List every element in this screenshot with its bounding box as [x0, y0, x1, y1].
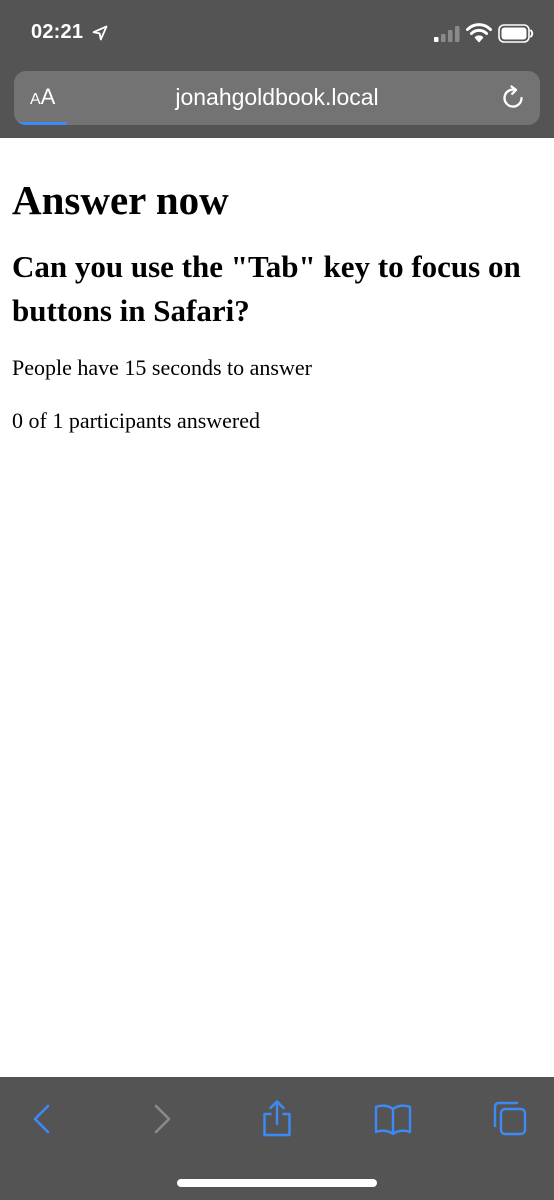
text-size-button[interactable]: AA — [30, 84, 55, 110]
bookmarks-icon[interactable] — [373, 1099, 413, 1139]
page-load-progress-fill — [14, 122, 67, 125]
page-load-progress — [14, 122, 540, 125]
location-arrow-icon — [92, 25, 108, 41]
cellular-signal-icon — [434, 26, 460, 42]
address-bar[interactable]: AA jonahgoldbook.local — [14, 71, 540, 125]
status-bar: 02:21 — [0, 0, 554, 66]
participants-answered-text: 0 of 1 participants answered — [12, 408, 261, 433]
back-icon[interactable] — [22, 1099, 62, 1139]
web-page-content: Answer now Can you use the "Tab" key to … — [12, 138, 542, 435]
page-title: Answer now — [12, 177, 229, 223]
browser-top-chrome: 02:21 AA jonahgoldbook.local — [0, 0, 554, 138]
share-icon[interactable] — [257, 1099, 297, 1139]
wifi-icon — [466, 23, 492, 43]
text-size-small-letter: A — [30, 91, 41, 108]
question-heading: Can you use the "Tab" key to focus on bu… — [12, 249, 521, 328]
status-time: 02:21 — [31, 21, 84, 43]
time-limit-text: People have 15 seconds to answer — [12, 355, 312, 380]
url-text[interactable]: jonahgoldbook.local — [74, 84, 480, 111]
tabs-icon[interactable] — [490, 1099, 530, 1139]
battery-icon — [498, 24, 534, 43]
forward-icon[interactable] — [142, 1099, 182, 1139]
text-size-large-letter: A — [40, 84, 56, 109]
reload-icon[interactable] — [498, 83, 528, 113]
home-indicator[interactable] — [177, 1179, 377, 1187]
bottom-toolbar — [0, 1077, 554, 1200]
